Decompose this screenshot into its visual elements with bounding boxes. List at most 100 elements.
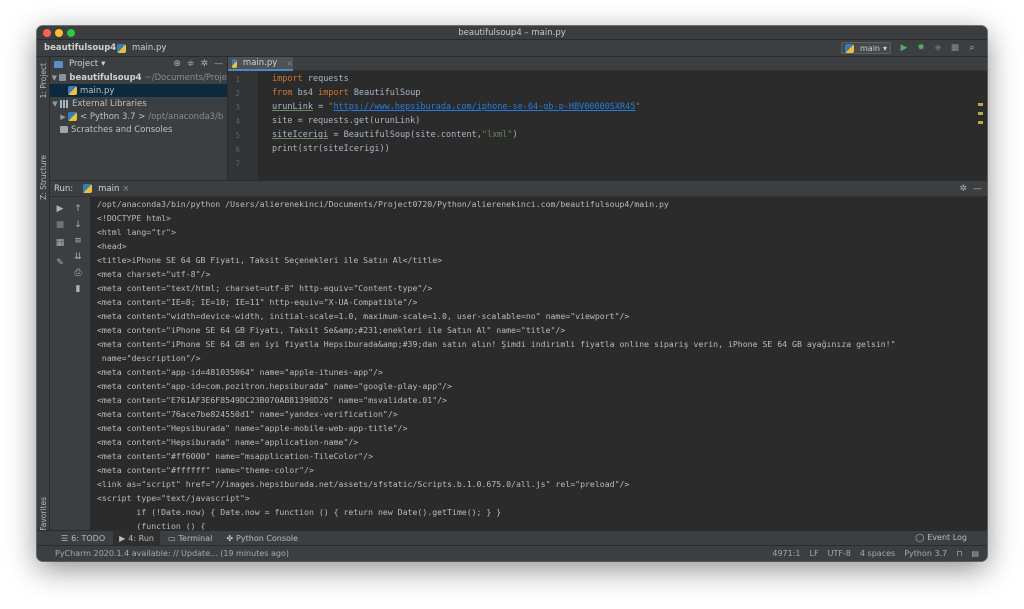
- stop-button[interactable]: ■: [54, 219, 66, 231]
- tab-python-console[interactable]: ✤ Python Console: [220, 531, 304, 546]
- project-panel-header: Project ▾ ⊕ ≑ ✲ —: [50, 57, 227, 71]
- lock-icon[interactable]: ⊓: [956, 549, 962, 558]
- list-icon: ☰: [61, 533, 69, 543]
- close-icon[interactable]: ×: [122, 184, 129, 194]
- python-file-icon: [68, 86, 77, 95]
- rerun-button[interactable]: ▶: [54, 203, 66, 215]
- file-encoding[interactable]: UTF-8: [828, 549, 851, 558]
- warning-marker[interactable]: [978, 112, 983, 115]
- expand-arrow-icon[interactable]: ▶: [58, 113, 68, 121]
- project-panel-title[interactable]: Project: [69, 59, 98, 69]
- code-line-1[interactable]: import requests: [272, 74, 349, 84]
- console-line: <head>: [97, 241, 127, 251]
- run-panel-header: Run: main × ✲ —: [50, 180, 987, 197]
- window-title: beautifulsoup4 – main.py: [458, 28, 566, 38]
- scroll-down-icon[interactable]: ↓: [72, 219, 84, 231]
- console-line: <meta content="iPhone SE 64 GB Fiyatı, T…: [97, 325, 566, 335]
- tree-item-scratches[interactable]: Scratches and Consoles: [50, 123, 227, 136]
- line-number: 5: [235, 131, 240, 140]
- expand-arrow-icon[interactable]: ▼: [50, 100, 60, 108]
- tree-item-external-libraries[interactable]: ▼ External Libraries: [50, 97, 227, 110]
- console-line: <meta content="76ace7be824550d1" name="y…: [97, 409, 398, 419]
- console-line: <html lang="tr">: [97, 227, 176, 237]
- console-line: <script type="text/javascript">: [97, 493, 250, 503]
- console-line: <meta content="Hepsiburada" name="applic…: [97, 437, 359, 447]
- memory-indicator-icon[interactable]: ▤: [971, 549, 979, 558]
- console-line: name="description"/>: [97, 353, 201, 363]
- warning-marker[interactable]: [978, 121, 983, 124]
- tab-terminal[interactable]: ▭ Terminal: [162, 531, 218, 546]
- status-message[interactable]: PyCharm 2020.1.4 available: // Update...…: [55, 549, 289, 558]
- breadcrumb-file-label: main.py: [132, 43, 167, 53]
- scroll-up-icon[interactable]: ↑: [72, 203, 84, 215]
- run-tab-main[interactable]: main ×: [79, 184, 133, 194]
- python-file-icon: [232, 58, 237, 68]
- search-icon[interactable]: ⌕: [967, 42, 977, 54]
- collapse-icon[interactable]: ≑: [187, 59, 195, 69]
- event-log-label: Event Log: [927, 533, 967, 542]
- code-editor: main.py × 1 2 3 4 5 6 7 import requests …: [228, 57, 987, 180]
- editor-tab-main-py[interactable]: main.py ×: [228, 57, 293, 71]
- console-line: <meta content="width=device-width, initi…: [97, 311, 630, 321]
- line-separator[interactable]: LF: [810, 549, 819, 558]
- locate-icon[interactable]: ⊕: [173, 59, 181, 69]
- stop-button[interactable]: ■: [950, 42, 960, 54]
- console-line: <meta content="Hepsiburada" name="apple-…: [97, 423, 408, 433]
- layout-icon[interactable]: ▦: [54, 237, 66, 249]
- tab-run[interactable]: ▶ 4: Run: [113, 530, 160, 546]
- line-number-gutter: 1 2 3 4 5 6 7: [228, 71, 258, 180]
- print-icon[interactable]: ⎙: [72, 267, 84, 279]
- code-line-2[interactable]: from bs4 import BeautifulSoup: [272, 88, 420, 98]
- project-tool-tab[interactable]: 1: Project: [39, 63, 48, 98]
- editor-tab-label: main.py: [242, 58, 278, 68]
- left-tool-strip: 1: Project Z: Structure 2: Favorites: [37, 57, 50, 541]
- event-log-button[interactable]: ◯ Event Log: [915, 533, 967, 542]
- run-panel-label: Run:: [54, 183, 74, 194]
- indent-setting[interactable]: 4 spaces: [860, 549, 895, 558]
- caret-position[interactable]: 4971:1: [772, 549, 800, 558]
- code-line-5[interactable]: siteIcerigi = BeautifulSoup(site.content…: [272, 130, 518, 140]
- gear-icon[interactable]: ✲: [200, 59, 208, 69]
- soft-wrap-icon[interactable]: ≡: [72, 235, 84, 247]
- run-configuration-select[interactable]: main ▾: [841, 42, 891, 54]
- hide-icon[interactable]: —: [214, 59, 223, 69]
- expand-arrow-icon[interactable]: ▼: [50, 74, 59, 82]
- structure-tool-tab[interactable]: Z: Structure: [39, 155, 48, 200]
- warning-marker[interactable]: [978, 103, 983, 106]
- scroll-to-end-icon[interactable]: ⇊: [72, 251, 84, 263]
- run-console-output[interactable]: /opt/anaconda3/bin/python /Users/alieren…: [90, 197, 987, 530]
- breadcrumb-file[interactable]: main.py: [117, 43, 166, 53]
- tree-item-label: main.py: [80, 85, 115, 96]
- run-tab-label: main: [98, 183, 120, 194]
- code-line-3[interactable]: urunLink = "https://www.hepsiburada.com/…: [272, 102, 641, 112]
- gear-icon[interactable]: ✲: [959, 184, 967, 194]
- tab-todo[interactable]: ☰ 6: TODO: [55, 531, 111, 546]
- tree-item-python-sdk[interactable]: ▶ < Python 3.7 > /opt/anaconda3/b: [50, 110, 227, 123]
- tree-item-path: ~/Documents/Proje: [144, 72, 227, 83]
- hide-icon[interactable]: —: [973, 184, 982, 194]
- console-line: <link as="script" href="//images.hepsibu…: [97, 479, 630, 489]
- console-line: <!DOCTYPE html>: [97, 213, 171, 223]
- chevron-down-icon[interactable]: ▾: [101, 59, 105, 69]
- pin-icon[interactable]: ✎: [54, 257, 66, 269]
- debug-button[interactable]: ✹: [916, 42, 926, 54]
- close-icon[interactable]: ×: [286, 59, 293, 68]
- python-sdk-icon: [68, 112, 77, 121]
- tree-item-project-root[interactable]: ▼ beautifulsoup4 ~/Documents/Proje: [50, 71, 227, 84]
- tree-item-label: beautifulsoup4: [69, 72, 142, 83]
- run-toolbar: ▶ ■ ▦ ✎ ↑ ↓ ≡ ⇊ ⎙ ▮: [50, 197, 90, 530]
- run-button[interactable]: ▶: [899, 42, 909, 54]
- python-console-icon: ✤: [226, 533, 234, 543]
- trash-icon[interactable]: ▮: [72, 283, 84, 295]
- coverage-button[interactable]: ◈: [933, 42, 943, 54]
- navigation-bar: beautifulsoup4 main.py main ▾ ▶ ✹ ◈ ■ ⌕: [37, 40, 987, 57]
- event-log-icon: ◯: [915, 533, 925, 542]
- python-interpreter[interactable]: Python 3.7: [904, 549, 947, 558]
- chevron-down-icon: ▾: [883, 43, 888, 53]
- breadcrumb-project[interactable]: beautifulsoup4: [44, 43, 116, 53]
- editor-tab-bar: main.py ×: [228, 57, 987, 71]
- code-line-6[interactable]: print(str(siteIcerigi)): [272, 144, 390, 154]
- tree-item-main-py[interactable]: main.py: [50, 84, 227, 97]
- code-line-4[interactable]: site = requests.get(urunLink): [272, 116, 420, 126]
- console-line: <title>iPhone SE 64 GB Fiyatı, Taksit Se…: [97, 255, 443, 265]
